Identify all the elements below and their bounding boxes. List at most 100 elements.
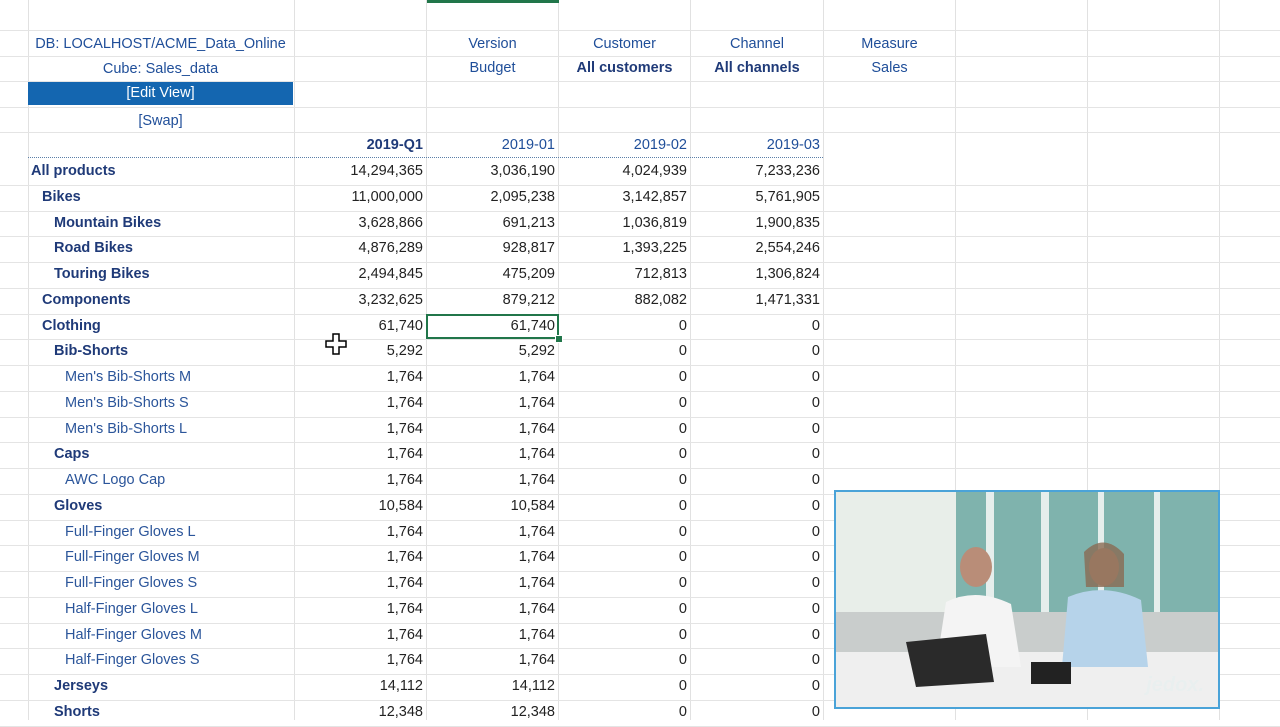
row-label[interactable]: Caps	[54, 444, 89, 464]
value-cell[interactable]: 11,000,000	[295, 187, 424, 207]
value-cell[interactable]: 2,095,238	[427, 187, 555, 207]
value-cell[interactable]: 0	[691, 419, 820, 439]
row-label[interactable]: AWC Logo Cap	[65, 470, 165, 490]
value-cell[interactable]: 1,764	[427, 444, 555, 464]
row-label[interactable]: Road Bikes	[54, 238, 133, 258]
value-cell[interactable]: 0	[691, 496, 820, 516]
value-cell[interactable]: 0	[559, 676, 687, 696]
value-cell[interactable]: 3,628,866	[295, 213, 423, 233]
value-cell[interactable]: 1,764	[427, 547, 555, 567]
row-label[interactable]: All products	[31, 161, 116, 181]
value-cell[interactable]: 3,036,190	[427, 161, 555, 181]
value-cell[interactable]: 2,494,845	[295, 264, 423, 284]
value-cell[interactable]: 3,232,625	[295, 290, 423, 310]
value-cell[interactable]: 7,233,236	[691, 161, 820, 181]
value-cell[interactable]: 5,292	[427, 341, 555, 361]
value-cell[interactable]: 712,813	[559, 264, 687, 284]
value-cell[interactable]: 1,764	[295, 470, 423, 490]
value-cell[interactable]: 0	[559, 650, 687, 670]
period-header-2019-03[interactable]: 2019-03	[691, 135, 820, 155]
value-cell[interactable]: 928,817	[427, 238, 555, 258]
value-cell[interactable]: 5,292	[295, 341, 423, 361]
header-value-channel[interactable]: All channels	[691, 58, 823, 78]
value-cell[interactable]: 10,584	[427, 496, 555, 516]
value-cell[interactable]: 1,764	[427, 573, 555, 593]
value-cell[interactable]: 1,764	[427, 522, 555, 542]
value-cell[interactable]: 0	[691, 341, 820, 361]
header-value-measure[interactable]: Sales	[824, 58, 955, 78]
row-label[interactable]: Bikes	[42, 187, 81, 207]
row-label[interactable]: Components	[42, 290, 131, 310]
row-label[interactable]: Shorts	[54, 702, 100, 722]
value-cell[interactable]: 1,764	[295, 522, 423, 542]
period-header-2019-02[interactable]: 2019-02	[559, 135, 687, 155]
row-label[interactable]: Full-Finger Gloves L	[65, 522, 196, 542]
value-cell[interactable]: 0	[559, 573, 687, 593]
value-cell[interactable]: 1,764	[295, 393, 423, 413]
value-cell[interactable]: 12,348	[427, 702, 555, 722]
value-cell[interactable]: 0	[691, 702, 820, 722]
value-cell[interactable]: 0	[559, 547, 687, 567]
value-cell[interactable]: 0	[691, 367, 820, 387]
row-label[interactable]: Clothing	[42, 316, 101, 336]
row-label[interactable]: Touring Bikes	[54, 264, 150, 284]
row-label[interactable]: Half-Finger Gloves L	[65, 599, 198, 619]
value-cell[interactable]: 1,764	[427, 599, 555, 619]
value-cell[interactable]: 879,212	[427, 290, 555, 310]
header-value-customer[interactable]: All customers	[559, 58, 690, 78]
value-cell[interactable]: 14,112	[427, 676, 555, 696]
value-cell[interactable]: 0	[559, 367, 687, 387]
value-cell[interactable]: 1,764	[295, 444, 423, 464]
value-cell[interactable]: 0	[691, 573, 820, 593]
row-label[interactable]: Half-Finger Gloves S	[65, 650, 200, 670]
value-cell[interactable]: 1,764	[295, 573, 423, 593]
value-cell[interactable]: 14,294,365	[295, 161, 423, 181]
value-cell[interactable]: 0	[559, 393, 687, 413]
value-cell[interactable]: 0	[559, 702, 687, 722]
value-cell[interactable]: 0	[691, 625, 820, 645]
value-cell[interactable]: 0	[691, 444, 820, 464]
value-cell[interactable]: 10,584	[295, 496, 423, 516]
value-cell[interactable]: 1,900,835	[691, 213, 820, 233]
value-cell[interactable]: 1,764	[295, 625, 423, 645]
value-cell[interactable]: 0	[559, 599, 687, 619]
value-cell[interactable]: 0	[559, 522, 687, 542]
value-cell[interactable]: 0	[559, 419, 687, 439]
value-cell[interactable]: 0	[691, 599, 820, 619]
edit-view-button[interactable]: [Edit View]	[28, 82, 293, 105]
value-cell[interactable]: 1,764	[427, 367, 555, 387]
value-cell[interactable]: 691,213	[427, 213, 555, 233]
row-label[interactable]: Bib-Shorts	[54, 341, 128, 361]
value-cell[interactable]: 0	[559, 316, 687, 336]
value-cell[interactable]: 4,024,939	[559, 161, 687, 181]
value-cell[interactable]: 1,764	[295, 650, 423, 670]
value-cell[interactable]: 1,764	[295, 547, 423, 567]
value-cell[interactable]: 4,876,289	[295, 238, 423, 258]
value-cell[interactable]: 1,036,819	[559, 213, 687, 233]
value-cell[interactable]: 0	[691, 650, 820, 670]
row-label[interactable]: Jerseys	[54, 676, 108, 696]
value-cell[interactable]: 1,764	[427, 625, 555, 645]
value-cell[interactable]: 1,393,225	[559, 238, 687, 258]
value-cell[interactable]: 0	[691, 547, 820, 567]
row-label[interactable]: Gloves	[54, 496, 102, 516]
value-cell[interactable]: 0	[691, 470, 820, 490]
header-value-version[interactable]: Budget	[427, 58, 558, 78]
row-label[interactable]: Full-Finger Gloves M	[65, 547, 200, 567]
value-cell[interactable]: 0	[559, 444, 687, 464]
value-cell[interactable]: 1,764	[427, 470, 555, 490]
value-cell[interactable]: 1,471,331	[691, 290, 820, 310]
fill-handle[interactable]	[555, 335, 563, 343]
value-cell[interactable]: 2,554,246	[691, 238, 820, 258]
value-cell[interactable]: 475,209	[427, 264, 555, 284]
row-label[interactable]: Mountain Bikes	[54, 213, 161, 233]
period-header-2019-q1[interactable]: 2019-Q1	[295, 135, 423, 155]
value-cell[interactable]: 12,348	[295, 702, 423, 722]
value-cell[interactable]: 61,740	[295, 316, 423, 336]
swap-button[interactable]: [Swap]	[28, 111, 293, 131]
value-cell[interactable]: 5,761,905	[691, 187, 820, 207]
row-label[interactable]: Half-Finger Gloves M	[65, 625, 202, 645]
value-cell[interactable]: 0	[691, 393, 820, 413]
value-cell[interactable]: 0	[559, 625, 687, 645]
value-cell[interactable]: 1,764	[427, 419, 555, 439]
